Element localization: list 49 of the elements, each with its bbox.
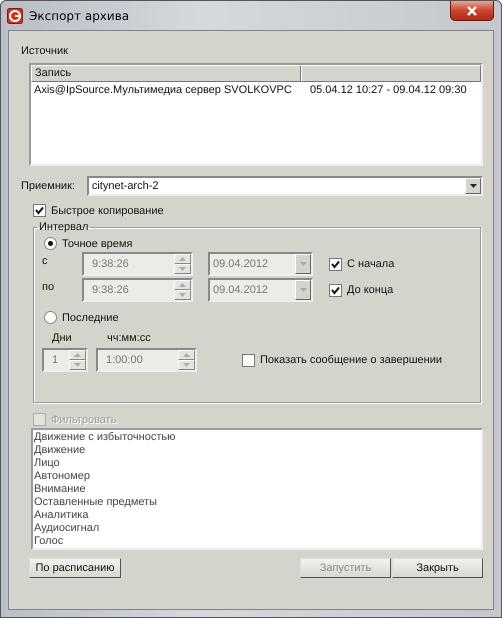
checkbox-label: Показать сообщение о завершении <box>260 354 442 366</box>
checkbox-label: С начала <box>347 258 394 270</box>
down-arrow-icon <box>183 363 190 367</box>
list-item[interactable]: Аудиосигнал <box>34 522 481 535</box>
radio-button[interactable] <box>44 237 57 250</box>
radio-label: Последние <box>62 312 119 324</box>
field-label: чч:мм:сс <box>107 332 151 346</box>
table-cell-text: 05.04.12 10:27 - 09.04.12 09:30 <box>309 83 467 98</box>
section-label: Источник <box>21 45 69 59</box>
checkbox-label: Фильтровать <box>51 414 116 426</box>
up-arrow-icon <box>179 283 186 287</box>
checkbox-label: До конца <box>347 284 394 296</box>
button[interactable]: Закрыть <box>392 558 483 578</box>
button[interactable]: По расписанию <box>29 558 121 578</box>
group-title: Интервал <box>39 221 88 233</box>
table-row[interactable]: Axis@IpSource.Мультимедиа сервер SVOLKOVPC 05.04.12 10:27 - 09.04.12 09:30 <box>31 82 481 98</box>
close-button[interactable] <box>450 1 494 21</box>
checkbox-label: Быстрое копирование <box>51 204 164 216</box>
dropdown-arrow-icon <box>300 262 306 266</box>
list-item[interactable]: Лицо <box>34 457 481 470</box>
field-label: с <box>42 254 48 267</box>
radio-label: Точное время <box>62 238 132 250</box>
app-logo-icon <box>7 8 23 24</box>
up-arrow-icon <box>74 353 81 357</box>
checkbox[interactable] <box>242 354 255 366</box>
list-item[interactable]: Внимание <box>34 483 481 496</box>
down-arrow-icon <box>179 293 186 297</box>
dropdown[interactable]: citynet-arch-2 <box>86 176 483 196</box>
up-arrow-icon <box>183 353 190 357</box>
down-arrow-icon <box>179 267 186 271</box>
close-icon <box>466 6 478 16</box>
table-cell-text: Axis@IpSource.Мультимедиа сервер SVOLKOVPC <box>33 83 293 98</box>
list-item[interactable]: Оставленные предметы <box>34 496 481 509</box>
column-header: Запись <box>31 65 301 82</box>
radio-button[interactable] <box>44 311 57 324</box>
list-item[interactable]: Аналитика <box>34 509 481 522</box>
list-item[interactable]: Автономер <box>34 470 481 483</box>
dropdown-arrow-icon <box>470 184 476 188</box>
list-item[interactable]: Движение с избыточностью <box>34 431 481 444</box>
list-item[interactable]: Голос <box>34 535 481 548</box>
checkbox[interactable] <box>33 204 46 217</box>
field-label: по <box>42 280 56 293</box>
down-arrow-icon <box>74 363 81 367</box>
field-label: Приемник: <box>21 180 76 192</box>
dropdown-arrow-icon <box>300 288 306 292</box>
list-item[interactable]: Движение <box>34 444 481 457</box>
up-arrow-icon <box>179 257 186 261</box>
window-title: Экспорт архива <box>29 8 130 22</box>
field-label: Дни <box>52 332 73 346</box>
